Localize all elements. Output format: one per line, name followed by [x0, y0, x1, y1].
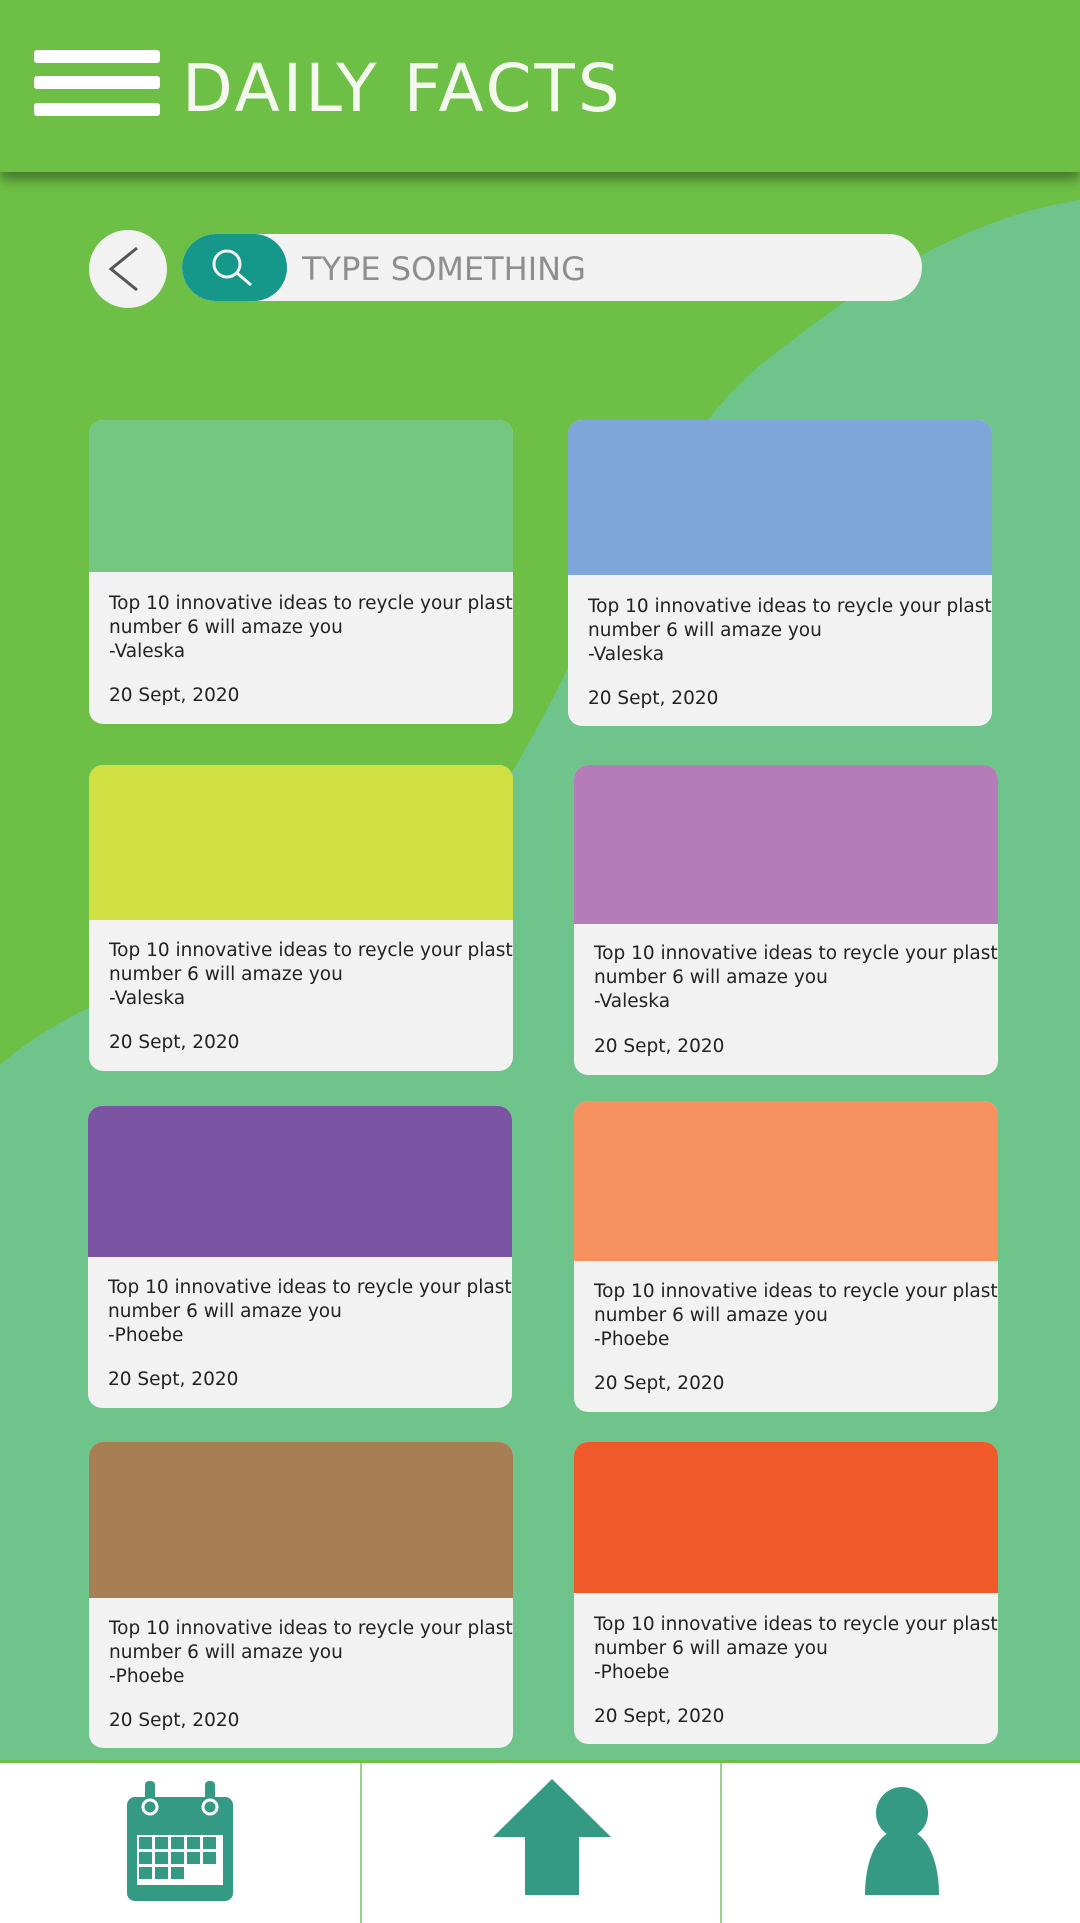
profile-icon: [865, 1787, 939, 1895]
bottom-navigation: [0, 1760, 1080, 1923]
chevron-left-icon: [108, 246, 138, 292]
fact-card-1[interactable]: Top 10 innovative ideas to reycle your p…: [89, 420, 513, 724]
card-text: Top 10 innovative ideas to reycle your p…: [109, 1617, 513, 1689]
card-headline-line1: Top 10 innovative ideas to reycle your p…: [594, 943, 998, 964]
calendar-icon: [127, 1781, 233, 1901]
card-author: -Valeska: [594, 991, 671, 1012]
card-headline-line2: number 6 will amaze you: [588, 620, 822, 641]
card-thumbnail: [568, 420, 992, 575]
card-text: Top 10 innovative ideas to reycle your p…: [588, 595, 992, 667]
card-thumbnail: [89, 1442, 513, 1598]
card-thumbnail: [89, 420, 513, 572]
fact-card-4[interactable]: Top 10 innovative ideas to reycle your p…: [574, 765, 998, 1075]
fact-card-6[interactable]: Top 10 innovative ideas to reycle your p…: [574, 1101, 998, 1412]
nav-profile[interactable]: [722, 1763, 1080, 1923]
card-author: -Valeska: [588, 644, 665, 665]
card-author: -Phoebe: [594, 1662, 670, 1683]
card-author: -Phoebe: [108, 1325, 184, 1346]
search-button[interactable]: [182, 234, 287, 301]
card-headline-line1: Top 10 innovative ideas to reycle your p…: [109, 593, 513, 614]
card-headline-line1: Top 10 innovative ideas to reycle your p…: [594, 1614, 998, 1635]
card-headline-line2: number 6 will amaze you: [594, 1638, 828, 1659]
nav-calendar[interactable]: [0, 1763, 360, 1923]
card-author: -Phoebe: [594, 1329, 670, 1350]
card-thumbnail: [574, 1101, 998, 1261]
back-button[interactable]: [89, 230, 167, 308]
card-text: Top 10 innovative ideas to reycle your p…: [109, 592, 513, 664]
card-headline-line1: Top 10 innovative ideas to reycle your p…: [109, 1618, 513, 1639]
search-bar: [182, 234, 922, 301]
card-thumbnail: [89, 765, 513, 920]
search-icon: [212, 249, 252, 287]
card-text: Top 10 innovative ideas to reycle your p…: [594, 1280, 998, 1352]
card-headline-line1: Top 10 innovative ideas to reycle your p…: [588, 596, 992, 617]
card-headline-line2: number 6 will amaze you: [108, 1301, 342, 1322]
card-author: -Valeska: [109, 988, 186, 1009]
card-thumbnail: [574, 1442, 998, 1593]
card-headline-line2: number 6 will amaze you: [109, 617, 343, 638]
card-thumbnail: [88, 1106, 512, 1257]
fact-card-7[interactable]: Top 10 innovative ideas to reycle your p…: [89, 1442, 513, 1748]
fact-card-8[interactable]: Top 10 innovative ideas to reycle your p…: [574, 1442, 998, 1744]
card-thumbnail: [574, 765, 998, 924]
card-date: 20 Sept, 2020: [594, 1036, 725, 1057]
card-date: 20 Sept, 2020: [588, 688, 719, 709]
card-author: -Phoebe: [109, 1666, 185, 1687]
fact-card-3[interactable]: Top 10 innovative ideas to reycle your p…: [89, 765, 513, 1071]
card-text: Top 10 innovative ideas to reycle your p…: [109, 939, 513, 1011]
card-headline-line2: number 6 will amaze you: [594, 967, 828, 988]
nav-home[interactable]: [362, 1763, 720, 1923]
card-date: 20 Sept, 2020: [109, 1710, 240, 1731]
search-input[interactable]: [300, 234, 904, 301]
card-date: 20 Sept, 2020: [109, 685, 240, 706]
fact-card-5[interactable]: Top 10 innovative ideas to reycle your p…: [88, 1106, 512, 1408]
card-date: 20 Sept, 2020: [108, 1369, 239, 1390]
card-headline-line1: Top 10 innovative ideas to reycle your p…: [109, 940, 513, 961]
card-date: 20 Sept, 2020: [594, 1706, 725, 1727]
hamburger-menu-icon[interactable]: [34, 50, 160, 116]
fact-card-2[interactable]: Top 10 innovative ideas to reycle your p…: [568, 420, 992, 726]
card-date: 20 Sept, 2020: [594, 1373, 725, 1394]
card-headline-line2: number 6 will amaze you: [109, 964, 343, 985]
card-headline-line2: number 6 will amaze you: [594, 1305, 828, 1326]
card-headline-line2: number 6 will amaze you: [109, 1642, 343, 1663]
home-arrow-icon: [493, 1779, 611, 1895]
card-headline-line1: Top 10 innovative ideas to reycle your p…: [108, 1277, 512, 1298]
card-date: 20 Sept, 2020: [109, 1032, 240, 1053]
card-headline-line1: Top 10 innovative ideas to reycle your p…: [594, 1281, 998, 1302]
page-title: DAILY FACTS: [182, 50, 623, 127]
card-text: Top 10 innovative ideas to reycle your p…: [594, 942, 998, 1014]
card-text: Top 10 innovative ideas to reycle your p…: [108, 1276, 512, 1348]
app-header: DAILY FACTS: [0, 0, 1080, 172]
card-text: Top 10 innovative ideas to reycle your p…: [594, 1613, 998, 1685]
card-author: -Valeska: [109, 641, 186, 662]
